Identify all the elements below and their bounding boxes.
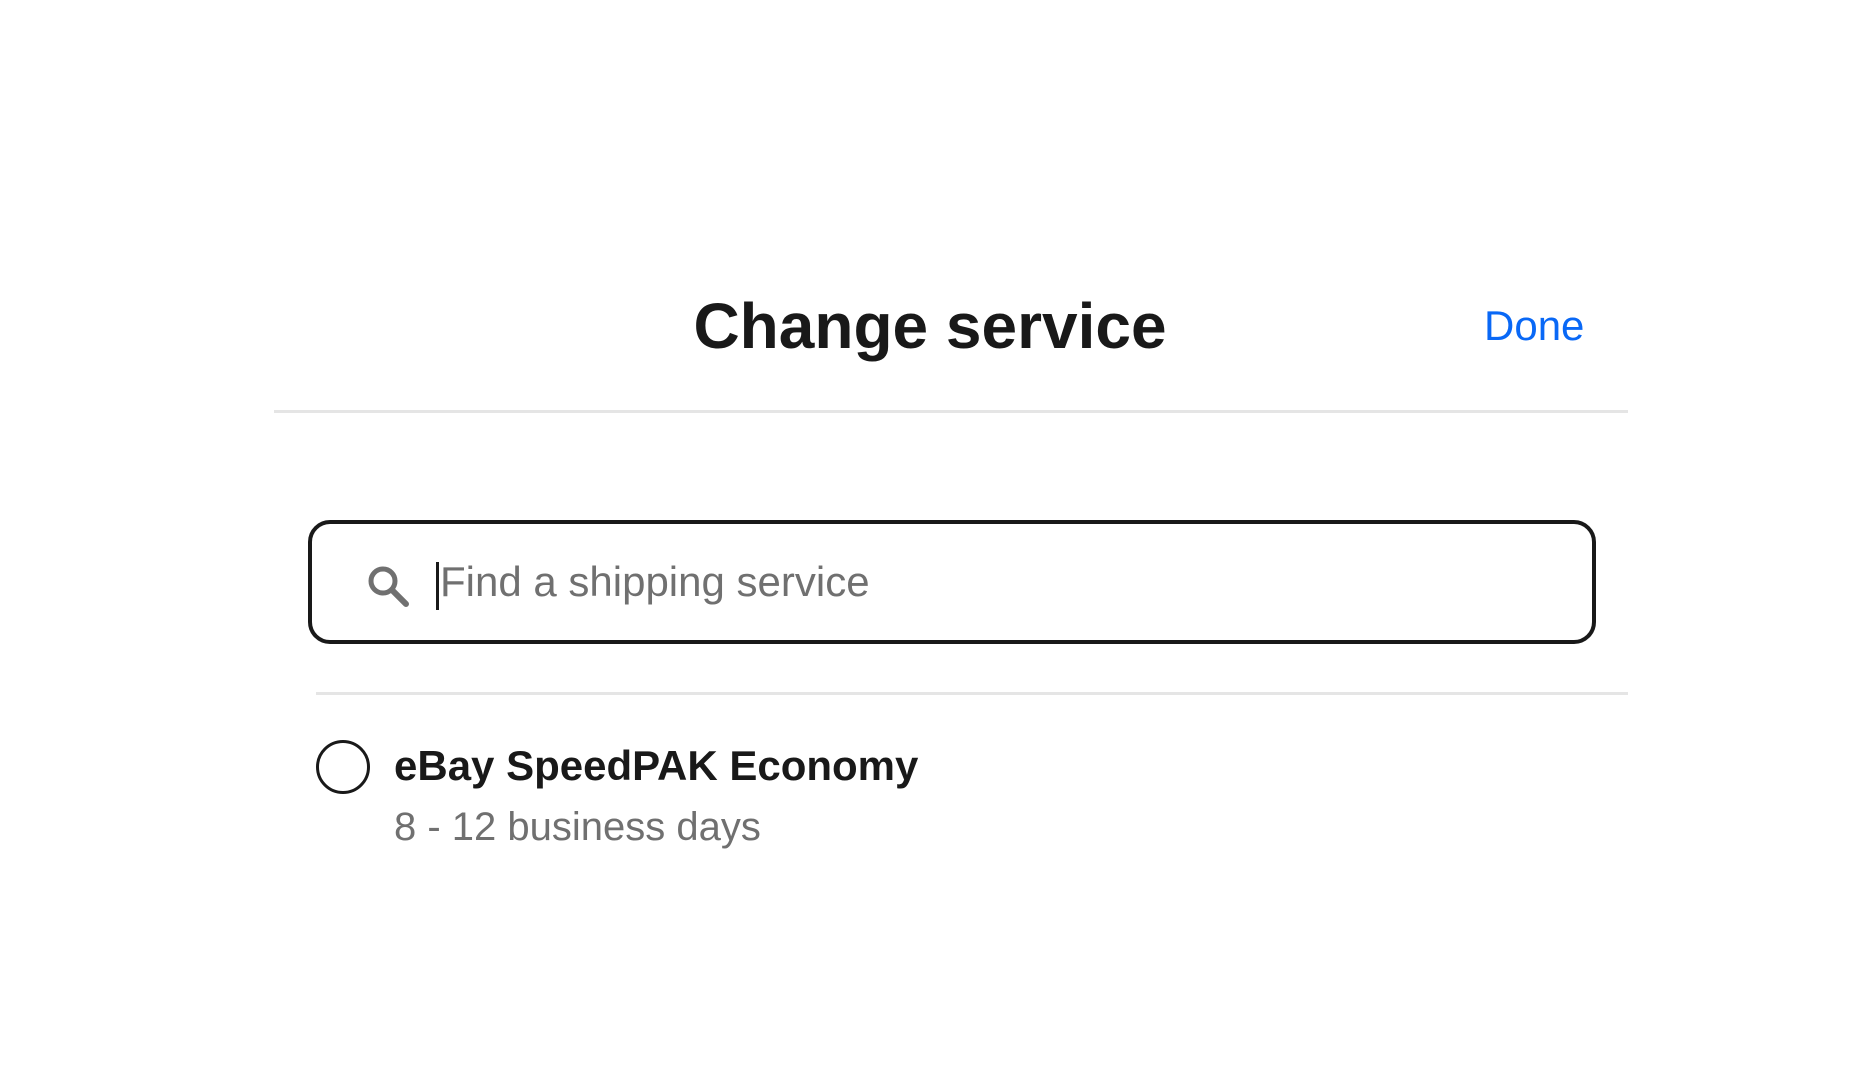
service-eta: 8 - 12 business days xyxy=(394,805,761,849)
service-radio[interactable] xyxy=(316,740,370,794)
dialog-title: Change service xyxy=(693,290,1167,362)
text-caret xyxy=(436,562,439,610)
change-service-dialog: Change service Done eBay SpeedPAK Econom… xyxy=(0,0,1874,1088)
search-icon xyxy=(364,562,412,610)
search-input[interactable] xyxy=(440,524,1540,640)
service-option[interactable]: eBay SpeedPAK Economy 8 - 12 business da… xyxy=(316,736,1216,856)
list-divider xyxy=(316,692,1628,695)
search-box[interactable] xyxy=(308,520,1596,644)
header-divider xyxy=(274,410,1628,413)
done-button[interactable]: Done xyxy=(1484,300,1584,352)
service-name: eBay SpeedPAK Economy xyxy=(394,742,919,789)
